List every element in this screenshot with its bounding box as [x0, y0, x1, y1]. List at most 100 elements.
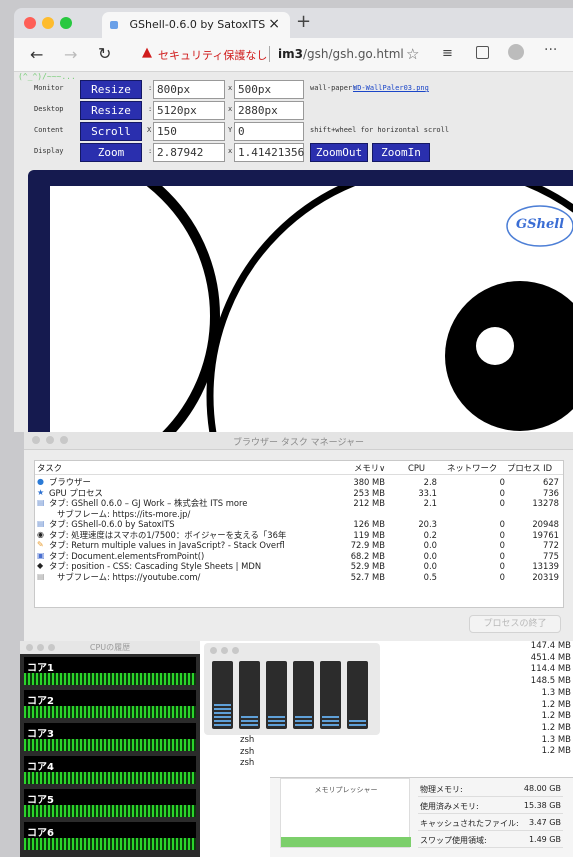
task-cpu: 20.3 — [418, 519, 437, 529]
task-cpu: 0.0 — [423, 561, 437, 571]
task-row[interactable]: ▣ タブ: Document.elementsFromPoint() 68.2 MB… — [35, 551, 563, 562]
header-cpu[interactable]: CPU — [408, 461, 425, 475]
zoom-in-button[interactable]: ZoomIn — [372, 143, 430, 162]
resize-desktop-button[interactable]: Resize — [80, 101, 142, 120]
forward-icon[interactable]: → — [64, 45, 77, 64]
memory-stat-label: キャッシュされたファイル: — [420, 819, 519, 828]
new-tab-button[interactable]: + — [296, 11, 311, 32]
task-memory: 126 MB — [353, 519, 385, 529]
collections-icon[interactable] — [476, 46, 489, 59]
row-label: Content — [34, 126, 64, 134]
task-row[interactable]: ▤ タブ: GShell 0.6.0 – GJ Work – 株式会社 ITS m… — [35, 498, 563, 509]
zoom-button[interactable]: Zoom — [80, 143, 142, 162]
cpu-core-label: コア1 — [27, 663, 54, 674]
cpu-core-graph: コア3 — [24, 723, 196, 751]
zoom-out-button[interactable]: ZoomOut — [310, 143, 368, 162]
task-pid: 13278 — [532, 498, 559, 508]
address-bar[interactable]: im3/gsh/gsh.go.html — [278, 47, 404, 61]
close-window-button[interactable] — [24, 17, 36, 29]
header-memory[interactable]: メモリ∨ — [354, 461, 385, 475]
task-pid: 20319 — [532, 571, 559, 582]
maximize-window-button[interactable] — [60, 17, 72, 29]
security-warning[interactable]: セキュリティ保護なし — [158, 47, 267, 63]
task-name: タブ: GShell 0.6.0 – GJ Work – 株式会社 ITS mo… — [49, 498, 248, 508]
memory-pressure-bar — [281, 837, 411, 847]
scroll-y-input[interactable]: 0 — [234, 122, 304, 141]
cpu-core-graph: コア4 — [24, 756, 196, 784]
task-network: 0 — [499, 571, 505, 582]
task-memory: 380 MB — [353, 477, 385, 487]
cpu-core-bars — [24, 772, 196, 784]
task-row[interactable]: サブフレーム: https://its-more.jp/ — [35, 509, 563, 520]
task-icon: ◉ — [37, 529, 44, 539]
zoom-x-input[interactable]: 2.87942 — [153, 143, 225, 162]
memory-pressure-label: メモリプレッシャー — [314, 786, 378, 794]
tab-close-icon[interactable]: × — [268, 16, 280, 32]
task-pid: 627 — [543, 477, 559, 487]
end-process-button[interactable]: プロセスの終了 — [469, 615, 561, 633]
cpu-history-window: CPUの履歴 コア1 コア2 コア3 コア4 コア5 コア6 — [20, 641, 200, 857]
minimize-window-button[interactable] — [42, 17, 54, 29]
task-pid: 775 — [543, 550, 559, 561]
task-network: 0 — [499, 487, 505, 498]
task-memory: 52.9 MB — [350, 561, 385, 571]
cpu-core-bars — [24, 706, 196, 718]
resize-monitor-button[interactable]: Resize — [80, 80, 142, 99]
task-icon: ▤ — [37, 519, 45, 528]
cpu-core-label: コア2 — [27, 696, 54, 707]
task-row[interactable]: ◆ タブ: position - CSS: Cascading Style She… — [35, 561, 563, 572]
task-pid: 736 — [543, 487, 559, 498]
header-network[interactable]: ネットワーク — [447, 461, 497, 475]
task-network: 0 — [499, 498, 505, 508]
desktop-width-input[interactable]: 5120px — [153, 101, 225, 120]
header-pid[interactable]: プロセス ID — [507, 461, 552, 475]
task-icon: ◆ — [37, 561, 44, 570]
task-row[interactable]: ✎ タブ: Return multiple values in JavaScrip… — [35, 540, 563, 551]
cpu-meter — [293, 661, 314, 729]
task-row[interactable]: ◉ タブ: 処理速度はスマホの1/7500：ボイジャーを支える「36年 119 MB… — [35, 530, 563, 541]
wallpaper-view: GShell — [50, 186, 573, 432]
scroll-button[interactable]: Scroll — [80, 122, 142, 141]
wallpaper-graphic — [146, 186, 573, 432]
row-label: Display — [34, 147, 64, 155]
more-menu-icon[interactable]: ··· — [544, 42, 557, 58]
browser-tab[interactable]: GShell-0.6.0 by SatoxITS × — [102, 12, 290, 38]
task-row[interactable]: ● ブラウザー 380 MB 2.8 0 627 — [35, 477, 563, 488]
memory-size-value: 147.4 MB — [530, 641, 571, 651]
monitor-height-input[interactable]: 500px — [234, 80, 304, 99]
cpu-history-titlebar[interactable]: CPUの履歴 — [20, 641, 200, 654]
desktop-height-input[interactable]: 2880px — [234, 101, 304, 120]
task-icon: ● — [37, 477, 44, 486]
memory-stat-value: 15.38 GB — [523, 801, 561, 810]
task-icon: ✎ — [37, 540, 44, 549]
row-sep: x — [228, 105, 233, 113]
address-divider — [269, 46, 270, 62]
task-memory: 212 MB — [353, 498, 385, 508]
wallpaper-link[interactable]: WD-WallPaler03.png — [353, 84, 429, 92]
cpum-minimize-button[interactable] — [221, 647, 228, 654]
task-row[interactable]: ★ GPU プロセス 253 MB 33.1 0 736 — [35, 488, 563, 499]
task-memory: 253 MB — [353, 487, 385, 498]
memory-stat-label: 使用済みメモリ: — [420, 802, 479, 811]
memory-panel: メモリプレッシャー 物理メモリ: 48.00 GB 使用済みメモリ: 15.38 GB… — [270, 777, 573, 857]
task-name: タブ: position - CSS: Cascading Style Shee… — [49, 561, 262, 571]
task-network: 0 — [499, 550, 505, 561]
profile-avatar-icon[interactable] — [508, 44, 524, 60]
task-row[interactable]: ▤ タブ: GShell-0.6.0 by SatoxITS 126 MB 20.3 0… — [35, 519, 563, 530]
monitor-width-input[interactable]: 800px — [153, 80, 225, 99]
task-manager-titlebar[interactable]: ブラウザー タスク マネージャー — [24, 432, 573, 450]
task-row[interactable]: ▤ サブフレーム: https://youtube.com/52.7 MB 0.5 0… — [35, 572, 563, 583]
scroll-x-input[interactable]: 150 — [153, 122, 225, 141]
back-icon[interactable]: ← — [30, 45, 43, 64]
memory-stat-row: キャッシュされたファイル: 3.47 GB — [418, 814, 563, 831]
favorites-list-icon[interactable]: ≡ — [442, 46, 453, 61]
task-cpu: 2.1 — [423, 498, 437, 508]
favorite-star-icon[interactable]: ☆ — [406, 45, 419, 63]
virtual-monitor[interactable]: GShell — [28, 170, 573, 432]
reload-icon[interactable]: ↻ — [98, 44, 111, 63]
cpum-maximize-button[interactable] — [232, 647, 239, 654]
header-task[interactable]: タスク — [37, 461, 62, 475]
zoom-y-input[interactable]: 1.41421356 — [234, 143, 304, 162]
memory-size-value: 1.2 MB — [541, 699, 571, 710]
cpum-close-button[interactable] — [210, 647, 217, 654]
